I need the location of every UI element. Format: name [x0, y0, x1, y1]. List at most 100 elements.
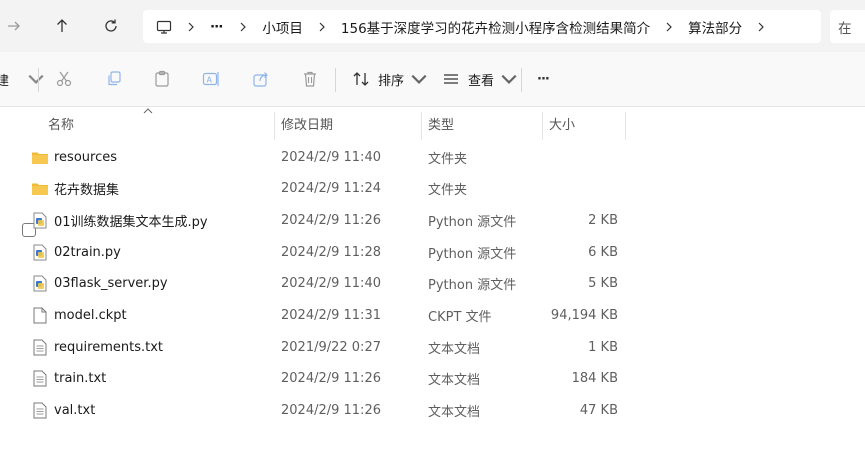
- python-file-icon: [30, 275, 50, 293]
- share-button[interactable]: [252, 64, 270, 94]
- column-header-name[interactable]: 名称: [48, 106, 274, 140]
- clipboard-icon: [155, 70, 169, 87]
- file-size: 6 KB: [588, 245, 618, 260]
- copy-button[interactable]: [105, 64, 123, 94]
- file-date: 2021/9/22 0:27: [281, 340, 381, 355]
- column-divider[interactable]: [274, 112, 275, 140]
- file-row[interactable]: 花卉数据集 2024/2/9 11:24 文件夹: [0, 173, 865, 204]
- file-name-cell: train.txt: [30, 363, 106, 394]
- column-divider[interactable]: [421, 112, 422, 140]
- file-size: 1 KB: [588, 340, 618, 355]
- up-button[interactable]: [44, 8, 80, 44]
- sort-icon: [353, 72, 369, 86]
- view-button[interactable]: 查看: [442, 64, 518, 94]
- paste-button[interactable]: [153, 64, 171, 94]
- file-name-cell: 花卉数据集: [30, 173, 119, 204]
- file-row[interactable]: model.ckpt 2024/2/9 11:31 CKPT 文件 94,194…: [0, 300, 865, 331]
- file-name-cell: 03flask_server.py: [30, 268, 168, 299]
- chevron-right-icon[interactable]: [238, 22, 248, 32]
- column-header-size-label: 大小: [549, 117, 576, 133]
- breadcrumb-item[interactable]: 算法部分: [686, 17, 744, 37]
- rename-button[interactable]: A: [202, 64, 220, 94]
- column-header-type[interactable]: 类型: [428, 106, 542, 140]
- trash-icon: [304, 71, 316, 87]
- file-name-cell: 01训练数据集文本生成.py: [30, 205, 208, 236]
- sort-ascending-icon: [143, 108, 153, 114]
- column-header-row: 名称 修改日期 类型 大小: [0, 106, 865, 237]
- column-divider[interactable]: [625, 112, 626, 140]
- navigation-bar: ··· 小项目 156基于深度学习的花卉检测小程序含检测结果简介 算法部分 在: [0, 0, 865, 52]
- toolbar-divider: [521, 68, 522, 92]
- file-date: 2024/2/9 11:26: [281, 403, 381, 418]
- file-row[interactable]: 02train.py 2024/2/9 11:28 Python 源文件 6 K…: [0, 237, 865, 268]
- file-date: 2024/2/9 11:28: [281, 245, 381, 260]
- file-type: Python 源文件: [428, 278, 517, 293]
- file-size: 2 KB: [588, 213, 618, 228]
- chevron-right-icon[interactable]: [317, 22, 327, 32]
- view-list-icon: [444, 74, 458, 84]
- file-row[interactable]: resources 2024/2/9 11:40 文件夹: [0, 142, 865, 173]
- chevron-right-icon[interactable]: [756, 22, 766, 32]
- arrow-right-icon: [8, 21, 20, 31]
- file-name: train.txt: [54, 371, 107, 386]
- delete-button[interactable]: [301, 64, 319, 94]
- arrow-up-icon: [57, 19, 67, 32]
- file-name-cell: resources: [30, 142, 117, 173]
- new-button-label: 建: [0, 73, 10, 89]
- address-bar[interactable]: ··· 小项目 156基于深度学习的花卉检测小程序含检测结果简介 算法部分: [143, 10, 821, 43]
- more-options-button[interactable]: ···: [537, 64, 550, 94]
- view-label: 查看: [468, 73, 495, 89]
- generic-file-icon: [30, 307, 50, 325]
- file-size: [548, 173, 618, 204]
- file-row[interactable]: requirements.txt 2021/9/22 0:27 文本文档 1 K…: [0, 332, 865, 363]
- file-row[interactable]: val.txt 2024/2/9 11:26 文本文档 47 KB: [0, 395, 865, 426]
- more-options-icon: ···: [537, 71, 550, 87]
- file-date: 2024/2/9 11:24: [281, 181, 381, 196]
- file-row[interactable]: 03flask_server.py 2024/2/9 11:40 Python …: [0, 268, 865, 299]
- file-name-cell: requirements.txt: [30, 332, 163, 363]
- refresh-icon: [105, 19, 117, 32]
- chevron-down-icon: [411, 74, 427, 84]
- share-icon: [253, 72, 268, 87]
- file-type: 文本文档: [428, 373, 481, 388]
- file-name: requirements.txt: [54, 340, 164, 355]
- sort-button[interactable]: 排序: [352, 64, 428, 94]
- sort-label: 排序: [378, 73, 405, 89]
- column-divider[interactable]: [542, 112, 543, 140]
- file-size: 47 KB: [579, 403, 618, 418]
- this-pc-icon[interactable]: [156, 19, 172, 35]
- file-type: 文本文档: [428, 342, 481, 357]
- command-bar: 建 A 排序 查看 ···: [0, 52, 865, 107]
- file-row[interactable]: train.txt 2024/2/9 11:26 文本文档 184 KB: [0, 363, 865, 394]
- file-type: Python 源文件: [428, 215, 517, 230]
- text-file-icon: [30, 370, 50, 388]
- search-input[interactable]: 在: [830, 10, 865, 43]
- chevron-right-icon[interactable]: [186, 22, 196, 32]
- folder-icon: [30, 180, 50, 198]
- file-row[interactable]: 01训练数据集文本生成.py 2024/2/9 11:26 Python 源文件…: [0, 205, 865, 236]
- column-header-date[interactable]: 修改日期: [281, 106, 421, 140]
- breadcrumb-ellipsis[interactable]: ···: [208, 19, 224, 35]
- breadcrumb-item[interactable]: 156基于深度学习的花卉检测小程序含检测结果简介: [339, 17, 652, 37]
- column-header-name-label: 名称: [48, 117, 75, 133]
- file-name: 01训练数据集文本生成.py: [54, 215, 208, 230]
- file-type: CKPT 文件: [428, 310, 492, 325]
- breadcrumb-item[interactable]: 小项目: [260, 17, 305, 37]
- cut-button[interactable]: [55, 64, 73, 94]
- column-header-size[interactable]: 大小: [549, 106, 625, 140]
- svg-text:A: A: [207, 76, 213, 85]
- chevron-right-icon[interactable]: [664, 22, 674, 32]
- rename-icon: A: [202, 72, 219, 86]
- forward-button[interactable]: [0, 8, 32, 44]
- refresh-button[interactable]: [93, 8, 129, 44]
- column-header-type-label: 类型: [428, 117, 455, 133]
- file-name-cell: model.ckpt: [30, 300, 127, 331]
- file-date: 2024/2/9 11:40: [281, 150, 381, 165]
- file-type: Python 源文件: [428, 247, 517, 262]
- chevron-down-icon: [501, 74, 517, 84]
- file-name-cell: val.txt: [30, 395, 95, 426]
- file-type: 文件夹: [428, 152, 468, 167]
- chevron-down-icon: [28, 74, 44, 84]
- file-type: 文本文档: [428, 405, 481, 420]
- file-name: 花卉数据集: [54, 183, 120, 198]
